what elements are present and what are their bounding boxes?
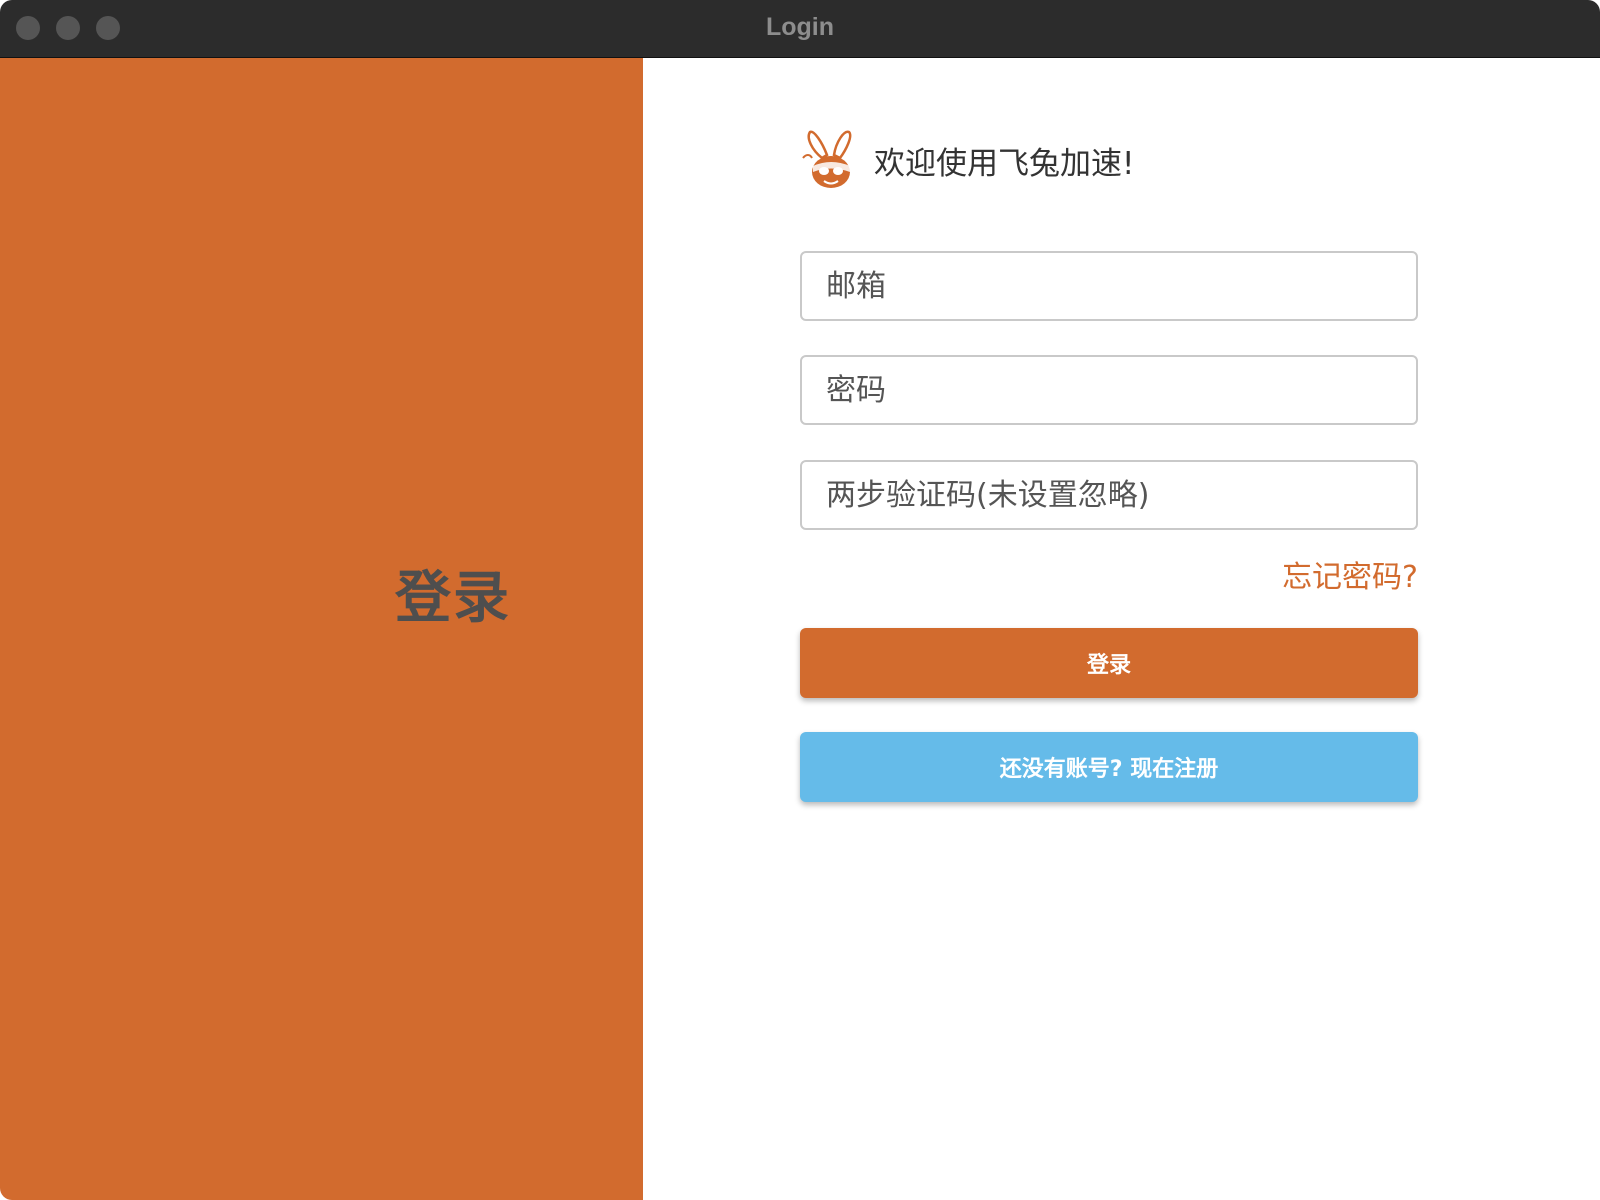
maximize-window-button[interactable]	[96, 16, 120, 40]
welcome-text: 欢迎使用飞兔加速!	[874, 145, 1135, 182]
close-window-button[interactable]	[16, 16, 40, 40]
window-title: Login	[765, 13, 835, 41]
password-input[interactable]	[800, 355, 1418, 425]
minimize-window-button[interactable]	[56, 16, 80, 40]
email-input[interactable]	[800, 251, 1418, 321]
forgot-password-link[interactable]: 忘记密码?	[1282, 552, 1418, 596]
welcome-header: 欢迎使用飞兔加速!	[800, 128, 1134, 192]
login-window: Login 登录 欢迎使用飞兔加速! 忘记密码? 登录 还没有账号?	[0, 0, 1600, 1200]
left-panel-heading: 登录	[395, 566, 511, 631]
rabbit-logo-icon	[802, 130, 852, 188]
title-bar[interactable]: Login	[0, 0, 1600, 58]
login-button[interactable]: 登录	[800, 628, 1418, 698]
two-factor-code-input[interactable]	[800, 460, 1418, 530]
register-button[interactable]: 还没有账号? 现在注册	[800, 732, 1418, 802]
left-brand-panel: 登录	[0, 58, 643, 1200]
